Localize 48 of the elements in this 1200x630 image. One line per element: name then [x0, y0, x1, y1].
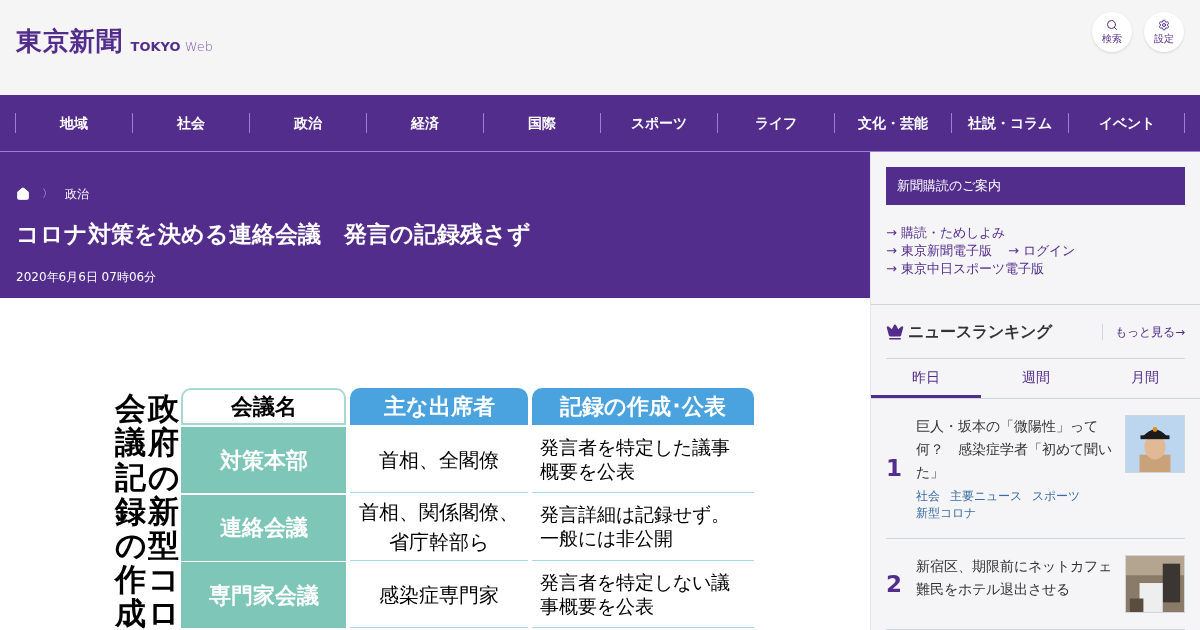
article-date: 2020年6月6日 07時06分 — [16, 268, 158, 286]
subscription-link[interactable]: → ログイン — [1008, 242, 1076, 260]
logo-subtitle: TOKYO Web — [130, 37, 214, 56]
tag-link[interactable]: 主要ニュース — [950, 488, 1022, 505]
nav-link[interactable]: 地域 — [16, 112, 132, 134]
breadcrumb-separator: 〉 — [42, 185, 53, 202]
settings-icon — [1158, 19, 1170, 31]
rank-number: 1 — [886, 454, 903, 484]
breadcrumb-link[interactable]: 政治 — [65, 185, 89, 203]
figure-column-header: 記録の作成･公表 — [532, 388, 754, 426]
subscription-link[interactable]: → 東京中日スポーツ電子版 — [886, 260, 1045, 278]
nav-link[interactable]: 政治 — [250, 112, 366, 134]
home-icon[interactable] — [16, 187, 30, 201]
section-heading: 新聞購読のご案内 — [886, 167, 1185, 205]
logo[interactable]: 東京新聞 — [16, 22, 123, 61]
nav-link[interactable]: 経済 — [367, 112, 483, 134]
figure-column-header: 会議名 — [181, 388, 346, 426]
ranking-headline[interactable]: 新宿区、期限前にネットカフェ難民をホテル退出させる — [916, 555, 1117, 601]
nav-link[interactable]: 社会 — [133, 112, 249, 134]
search-icon — [1106, 19, 1118, 31]
nav-link[interactable]: イベント — [1069, 112, 1184, 134]
nav-link[interactable]: 社説・コラム — [952, 112, 1068, 134]
settings-button[interactable]: 設定 — [1144, 11, 1184, 52]
tag-link[interactable]: 新型コロナ — [916, 505, 976, 522]
ranking-headline[interactable]: 巨人・坂本の「微陽性」って何？ 感染症学者「初めて聞いた」 — [916, 415, 1117, 484]
rank-number: 2 — [886, 569, 903, 599]
figure-cell: 対策本部 — [181, 427, 346, 493]
nav-link[interactable]: ライフ — [718, 112, 834, 134]
ranking-title: ニュースランキング — [908, 320, 1052, 343]
nav-link[interactable]: 国際 — [484, 112, 600, 134]
ranking-tab[interactable]: 昨日 — [871, 359, 981, 398]
nav-link[interactable]: スポーツ — [601, 112, 717, 134]
search-button[interactable]: 検索 — [1092, 11, 1132, 52]
subscription-link[interactable]: → 購読・ためしよみ — [886, 224, 1006, 242]
crown-icon — [886, 322, 904, 341]
figure-cell: 専門家会議 — [181, 562, 346, 629]
tag-link[interactable]: スポーツ — [1032, 488, 1080, 505]
figure-column-header: 主な出席者 — [350, 388, 528, 426]
figure-title: 会議記録の作成 — [115, 391, 146, 630]
ranking-tab[interactable]: 週間 — [980, 359, 1091, 398]
figure-title: 政府の新型コロ — [148, 391, 179, 630]
tag-link[interactable]: 社会 — [916, 488, 940, 505]
article-title: コロナ対策を決める連絡会議 発言の記録残さず — [16, 220, 532, 249]
figure-cell: 連絡会議 — [181, 494, 346, 561]
nav-link[interactable]: 文化・芸能 — [835, 112, 951, 134]
subscription-link[interactable]: → 東京新聞電子版 — [886, 242, 993, 260]
ranking-tab[interactable]: 月間 — [1090, 359, 1200, 398]
more-link[interactable]: もっと見る→ — [1114, 322, 1185, 341]
